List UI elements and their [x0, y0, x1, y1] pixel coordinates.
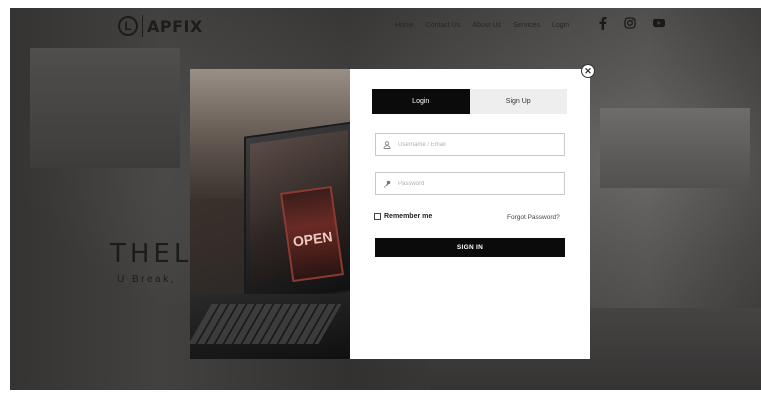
sign-in-button[interactable]: SIGN IN	[375, 238, 565, 257]
user-icon	[376, 134, 398, 155]
forgot-password-link[interactable]: Forgot Password?	[507, 214, 560, 221]
remember-label: Remember me	[384, 213, 433, 220]
tab-login[interactable]: Login	[372, 89, 470, 114]
password-field[interactable]	[375, 172, 565, 195]
password-input[interactable]	[398, 180, 558, 187]
username-input[interactable]	[398, 141, 558, 148]
photo-keyboard	[190, 304, 342, 344]
auth-tabs: Login Sign Up	[372, 89, 567, 114]
modal-image: OPEN	[190, 69, 350, 359]
login-modal: Login Sign Up Remember me Forgot Passwor…	[350, 69, 590, 359]
key-icon	[376, 173, 398, 194]
close-icon[interactable]: ✕	[581, 64, 595, 78]
tab-sign-up[interactable]: Sign Up	[469, 89, 567, 114]
username-field[interactable]	[375, 133, 565, 156]
remember-checkbox[interactable]	[374, 213, 381, 220]
remember-me[interactable]: Remember me	[374, 213, 432, 220]
